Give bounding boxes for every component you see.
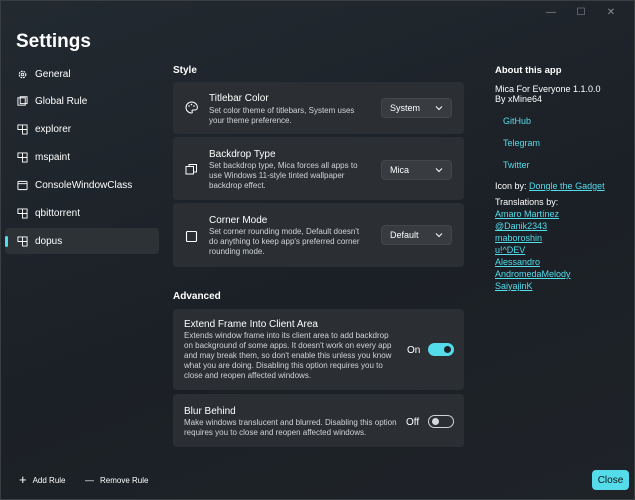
icon-credit-prefix: Icon by:	[495, 181, 530, 191]
minus-icon: —	[85, 475, 94, 485]
titlebar-color-description: Set color theme of titlebars, System use…	[209, 106, 355, 125]
app-icon	[16, 235, 28, 247]
sidebar-item-label: General	[35, 68, 71, 80]
plus-icon: +	[19, 472, 27, 487]
app-icon	[16, 207, 28, 219]
backdrop-type-description: Set backdrop type, Mica forces all apps …	[209, 161, 358, 190]
backdrop-type-title: Backdrop Type	[209, 149, 276, 160]
sidebar-item-dopus[interactable]: dopus	[5, 228, 159, 255]
icon-author-link[interactable]: Dongle the Gadget	[529, 181, 605, 191]
titlebar-color-card: Titlebar Color Set color theme of titleb…	[173, 82, 464, 134]
sidebar-item-global-rule[interactable]: Global Rule	[5, 89, 159, 115]
twitter-link[interactable]: Twitter	[495, 160, 630, 170]
blur-behind-state: Off	[406, 417, 420, 428]
minimize-button[interactable]: —	[536, 5, 566, 19]
blur-behind-description: Make windows translucent and blurred. Di…	[184, 418, 397, 437]
translator-link[interactable]: maboroshin	[495, 232, 630, 244]
chevron-down-icon	[435, 106, 443, 111]
corner-mode-select[interactable]: Default	[381, 225, 452, 245]
sidebar-item-label: Global Rule	[35, 96, 88, 108]
translations-heading: Translations by:	[495, 197, 559, 207]
telegram-link[interactable]: Telegram	[495, 138, 630, 148]
translator-link[interactable]: @Danik2343	[495, 220, 630, 232]
sidebar-item-consolewindowclass[interactable]: ConsoleWindowClass	[5, 173, 159, 199]
app-version: Mica For Everyone 1.1.0.0	[495, 84, 601, 94]
app-icon	[16, 124, 28, 136]
sidebar-item-label: qbittorrent	[35, 207, 81, 219]
caption-buttons: — ☐ ✕	[536, 5, 626, 19]
translator-link[interactable]: Amaro Martínez	[495, 208, 630, 220]
app-icon	[16, 152, 28, 164]
global-rule-icon	[16, 96, 28, 108]
sidebar-item-label: dopus	[35, 235, 63, 247]
style-heading: Style	[173, 65, 197, 76]
icon-credit: Icon by: Dongle the Gadget	[495, 181, 630, 191]
remove-rule-label: Remove Rule	[100, 475, 149, 485]
translator-link[interactable]: SaiyajinK	[495, 280, 630, 292]
sidebar: General Global Rule explorer mspaint Con…	[5, 61, 159, 256]
translator-link[interactable]: u!^DEV	[495, 244, 630, 256]
about-heading: About this app	[495, 65, 562, 76]
app-author: By xMine64	[495, 94, 543, 104]
translator-link[interactable]: AndromedaMelody	[495, 268, 630, 280]
extend-frame-toggle[interactable]	[428, 343, 454, 356]
page-title: Settings	[16, 31, 91, 52]
extend-frame-description: Extends window frame into its client are…	[184, 331, 392, 380]
sidebar-item-mspaint[interactable]: mspaint	[5, 145, 159, 171]
select-value: Mica	[390, 165, 410, 175]
corner-mode-description: Set corner rounding mode, Default doesn'…	[209, 227, 360, 256]
toggle-knob	[432, 418, 439, 425]
select-value: System	[390, 103, 421, 113]
select-value: Default	[390, 230, 419, 240]
blur-behind-toggle[interactable]	[428, 415, 454, 428]
blur-behind-title: Blur Behind	[184, 406, 236, 417]
add-rule-button[interactable]: + Add Rule	[19, 472, 66, 487]
close-window-button[interactable]: ✕	[596, 5, 626, 19]
translator-link[interactable]: Alessandro	[495, 256, 630, 268]
extend-frame-state: On	[407, 345, 421, 356]
add-rule-label: Add Rule	[32, 475, 66, 485]
backdrop-type-select[interactable]: Mica	[381, 160, 452, 180]
sidebar-item-qbittorrent[interactable]: qbittorrent	[5, 200, 159, 226]
sidebar-item-label: ConsoleWindowClass	[35, 180, 133, 192]
window-icon	[16, 180, 28, 192]
close-button[interactable]: Close	[592, 470, 629, 490]
square-icon	[185, 230, 198, 243]
chevron-down-icon	[435, 168, 443, 173]
github-link[interactable]: GitHub	[495, 116, 630, 126]
extend-frame-card: Extend Frame Into Client Area Extends wi…	[173, 309, 464, 390]
sidebar-item-explorer[interactable]: explorer	[5, 117, 159, 143]
chevron-down-icon	[435, 233, 443, 238]
extend-frame-title: Extend Frame Into Client Area	[184, 319, 318, 330]
settings-window: — ☐ ✕ Settings General Global Rule explo…	[0, 0, 635, 500]
palette-icon	[185, 101, 198, 114]
gear-icon	[16, 68, 28, 80]
backdrop-type-card: Backdrop Type Set backdrop type, Mica fo…	[173, 137, 464, 200]
blur-behind-card: Blur Behind Make windows translucent and…	[173, 394, 464, 447]
sidebar-item-general[interactable]: General	[5, 61, 159, 87]
titlebar-color-title: Titlebar Color	[209, 93, 269, 104]
corner-mode-card: Corner Mode Set corner rounding mode, De…	[173, 203, 464, 267]
advanced-heading: Advanced	[173, 291, 221, 302]
titlebar-color-select[interactable]: System	[381, 98, 452, 118]
backdrop-icon	[185, 163, 198, 176]
sidebar-item-label: explorer	[35, 124, 72, 136]
about-panel: About this app Mica For Everyone 1.1.0.0…	[495, 65, 630, 292]
remove-rule-button[interactable]: — Remove Rule	[85, 475, 148, 485]
maximize-button[interactable]: ☐	[566, 5, 596, 19]
corner-mode-title: Corner Mode	[209, 215, 268, 226]
sidebar-item-label: mspaint	[35, 152, 71, 164]
toggle-knob	[444, 346, 451, 353]
